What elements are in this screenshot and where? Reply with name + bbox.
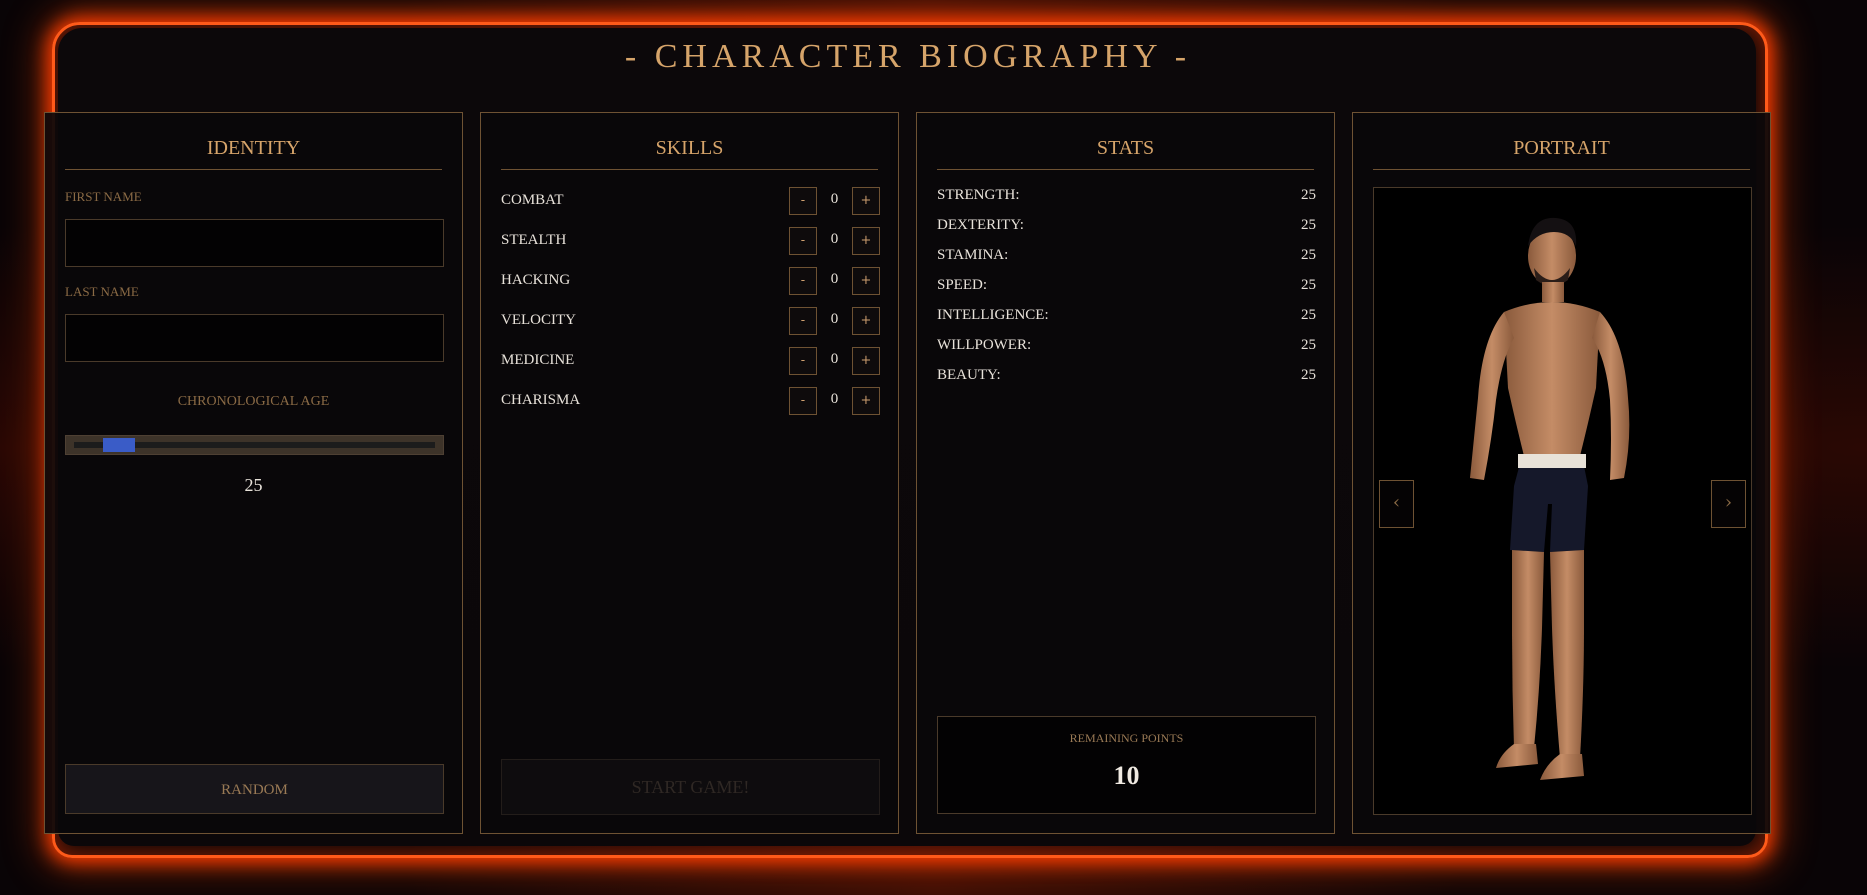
- last-name-label: LAST NAME: [65, 284, 139, 299]
- stat-name: DEXTERITY:: [937, 217, 1024, 233]
- random-button[interactable]: RANDOM: [65, 764, 444, 814]
- skill-row-medicine: MEDICINE - 0 +: [501, 347, 880, 375]
- skill-increment-button[interactable]: +: [852, 307, 880, 335]
- character-right-foot: [1540, 754, 1584, 780]
- stat-row-strength: STRENGTH: 25: [937, 187, 1316, 209]
- portrait-header: PORTRAIT: [1373, 137, 1750, 170]
- skill-value: 0: [830, 351, 839, 367]
- stat-value: 25: [1301, 247, 1316, 263]
- stat-name: STRENGTH:: [937, 187, 1020, 203]
- stat-value: 25: [1301, 277, 1316, 293]
- skill-name: MEDICINE: [501, 352, 575, 368]
- stats-panel: STATS STRENGTH: 25 DEXTERITY: 25 STAMINA: 2…: [916, 112, 1335, 834]
- skill-row-hacking: HACKING - 0 +: [501, 267, 880, 295]
- skill-name: HACKING: [501, 272, 571, 288]
- stat-row-willpower: WILLPOWER: 25: [937, 337, 1316, 359]
- character-right-leg: [1550, 550, 1584, 758]
- stat-row-stamina: STAMINA: 25: [937, 247, 1316, 269]
- stats-header: STATS: [937, 137, 1314, 170]
- skill-increment-button[interactable]: +: [852, 347, 880, 375]
- age-slider-thumb[interactable]: [102, 438, 135, 452]
- character-neck: [1542, 282, 1564, 302]
- skill-row-velocity: VELOCITY - 0 +: [501, 307, 880, 335]
- skill-value: 0: [830, 271, 839, 287]
- portrait-panel: PORTRAIT ‹ ›: [1352, 112, 1771, 834]
- skill-value: 0: [830, 191, 839, 207]
- stat-row-dexterity: DEXTERITY: 25: [937, 217, 1316, 239]
- skill-increment-button[interactable]: +: [852, 267, 880, 295]
- character-right-arm: [1592, 312, 1630, 480]
- stat-row-speed: SPEED: 25: [937, 277, 1316, 299]
- stat-name: BEAUTY:: [937, 367, 1001, 383]
- stat-value: 25: [1301, 307, 1316, 323]
- identity-panel: IDENTITY FIRST NAME LAST NAME CHRONOLOGI…: [44, 112, 463, 834]
- skill-name: VELOCITY: [501, 312, 576, 328]
- skill-decrement-button[interactable]: -: [789, 307, 817, 335]
- start-game-button[interactable]: START GAME!: [501, 759, 880, 815]
- skill-row-combat: COMBAT - 0 +: [501, 187, 880, 215]
- skill-row-charisma: CHARISMA - 0 +: [501, 387, 880, 415]
- skill-decrement-button[interactable]: -: [789, 387, 817, 415]
- skills-header: SKILLS: [501, 137, 878, 170]
- skill-increment-button[interactable]: +: [852, 387, 880, 415]
- skill-increment-button[interactable]: +: [852, 227, 880, 255]
- portrait-frame: ‹ ›: [1373, 187, 1752, 815]
- skill-name: STEALTH: [501, 232, 567, 248]
- remaining-points-value: 10: [1113, 761, 1140, 790]
- character-portrait: [1470, 217, 1630, 780]
- skill-decrement-button[interactable]: -: [789, 347, 817, 375]
- portrait-prev-button[interactable]: ‹: [1379, 480, 1414, 528]
- character-left-foot: [1496, 744, 1538, 768]
- first-name-input[interactable]: [65, 219, 444, 267]
- skill-name: COMBAT: [501, 192, 564, 208]
- remaining-points-label: REMAINING POINTS: [1069, 731, 1184, 745]
- age-slider[interactable]: [65, 435, 444, 455]
- skill-decrement-button[interactable]: -: [789, 227, 817, 255]
- skill-value: 0: [830, 391, 839, 407]
- identity-header: IDENTITY: [65, 137, 442, 170]
- stat-name: INTELLIGENCE:: [937, 307, 1049, 323]
- stat-row-beauty: BEAUTY: 25: [937, 367, 1316, 389]
- stat-value: 25: [1301, 337, 1316, 353]
- stat-name: STAMINA:: [937, 247, 1009, 263]
- skill-value: 0: [830, 231, 839, 247]
- skill-decrement-button[interactable]: -: [789, 187, 817, 215]
- stat-name: WILLPOWER:: [937, 337, 1032, 353]
- age-value: 25: [244, 475, 263, 495]
- age-label: CHRONOLOGICAL AGE: [177, 394, 330, 409]
- character-shorts: [1510, 456, 1588, 552]
- stat-row-intelligence: INTELLIGENCE: 25: [937, 307, 1316, 329]
- character-left-leg: [1512, 550, 1544, 748]
- portrait-next-button[interactable]: ›: [1711, 480, 1746, 528]
- skill-name: CHARISMA: [501, 392, 581, 408]
- stat-value: 25: [1301, 217, 1316, 233]
- stat-name: SPEED:: [937, 277, 988, 293]
- skill-increment-button[interactable]: +: [852, 187, 880, 215]
- remaining-points-box: REMAINING POINTS 10: [937, 716, 1316, 814]
- character-waistband: [1518, 454, 1586, 468]
- character-left-arm: [1470, 312, 1514, 480]
- skill-value: 0: [830, 311, 839, 327]
- stat-value: 25: [1301, 187, 1316, 203]
- first-name-label: FIRST NAME: [65, 189, 142, 204]
- skill-decrement-button[interactable]: -: [789, 267, 817, 295]
- character-torso: [1504, 302, 1600, 456]
- skills-panel: SKILLS COMBAT - 0 + STEALTH - 0 + HACKIN…: [480, 112, 899, 834]
- last-name-input[interactable]: [65, 314, 444, 362]
- skill-row-stealth: STEALTH - 0 +: [501, 227, 880, 255]
- page-title: - CHARACTER BIOGRAPHY -: [624, 38, 1192, 75]
- stat-value: 25: [1301, 367, 1316, 383]
